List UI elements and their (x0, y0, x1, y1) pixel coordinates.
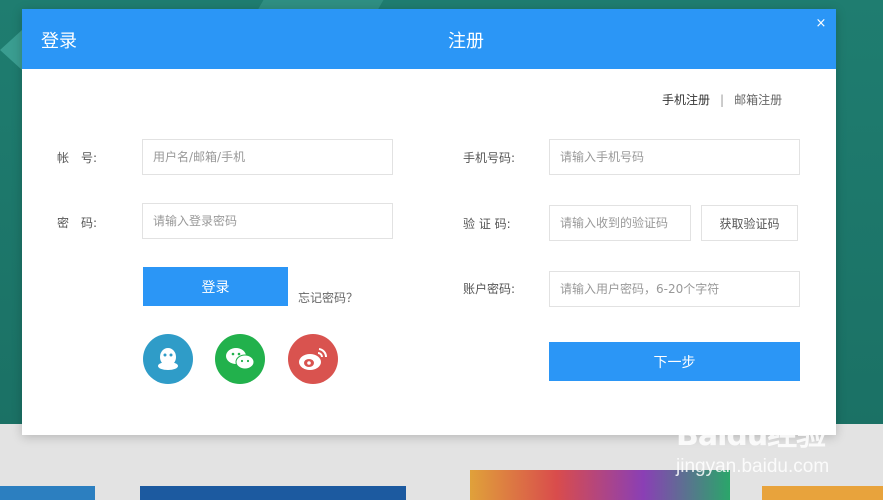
phone-label: 手机号码: (463, 151, 516, 165)
login-register-dialog: 登录 注册 × 手机注册 | 邮箱注册 帐 号: 密 码: 登录 忘记密码？ (22, 9, 836, 435)
tab-email-register[interactable]: 邮箱注册 (734, 91, 782, 108)
qq-icon (158, 348, 178, 370)
watermark-url: jingyan.baidu.com (676, 456, 830, 477)
login-button[interactable]: 登录 (143, 267, 288, 306)
login-title[interactable]: 登录 (41, 27, 77, 53)
weibo-login-button[interactable] (288, 334, 338, 384)
wechat-login-button[interactable] (215, 334, 265, 384)
close-button[interactable]: × (814, 16, 828, 32)
background-tile (140, 486, 406, 500)
dialog-header: 登录 注册 × (22, 9, 836, 69)
qq-login-button[interactable] (143, 334, 193, 384)
background-tile (762, 486, 883, 500)
background-arrow-shape (0, 30, 22, 70)
tab-phone-register[interactable]: 手机注册 (662, 91, 710, 108)
account-password-input[interactable] (549, 271, 800, 307)
background-tile (0, 486, 95, 500)
weibo-icon (299, 348, 328, 370)
watermark: Baidu经验 jingyan.baidu.com (676, 410, 876, 480)
verification-code-label: 验 证 码: (463, 217, 511, 231)
password-input[interactable] (142, 203, 393, 239)
account-password-label: 账户密码: (463, 282, 516, 296)
next-step-button[interactable]: 下一步 (549, 342, 800, 381)
account-input[interactable] (142, 139, 393, 175)
tab-separator: | (720, 93, 725, 107)
watermark-logo: Baidu经验 (676, 418, 826, 453)
register-tabs: 手机注册 | 邮箱注册 (662, 91, 782, 108)
phone-input[interactable] (549, 139, 800, 175)
get-code-button[interactable]: 获取验证码 (701, 205, 798, 241)
register-title: 注册 (448, 31, 484, 52)
wechat-icon (226, 348, 255, 370)
verification-code-input[interactable] (549, 205, 691, 241)
account-label: 帐 号: (57, 151, 98, 165)
password-label: 密 码: (57, 216, 98, 230)
forgot-password-link[interactable]: 忘记密码？ (298, 289, 358, 306)
